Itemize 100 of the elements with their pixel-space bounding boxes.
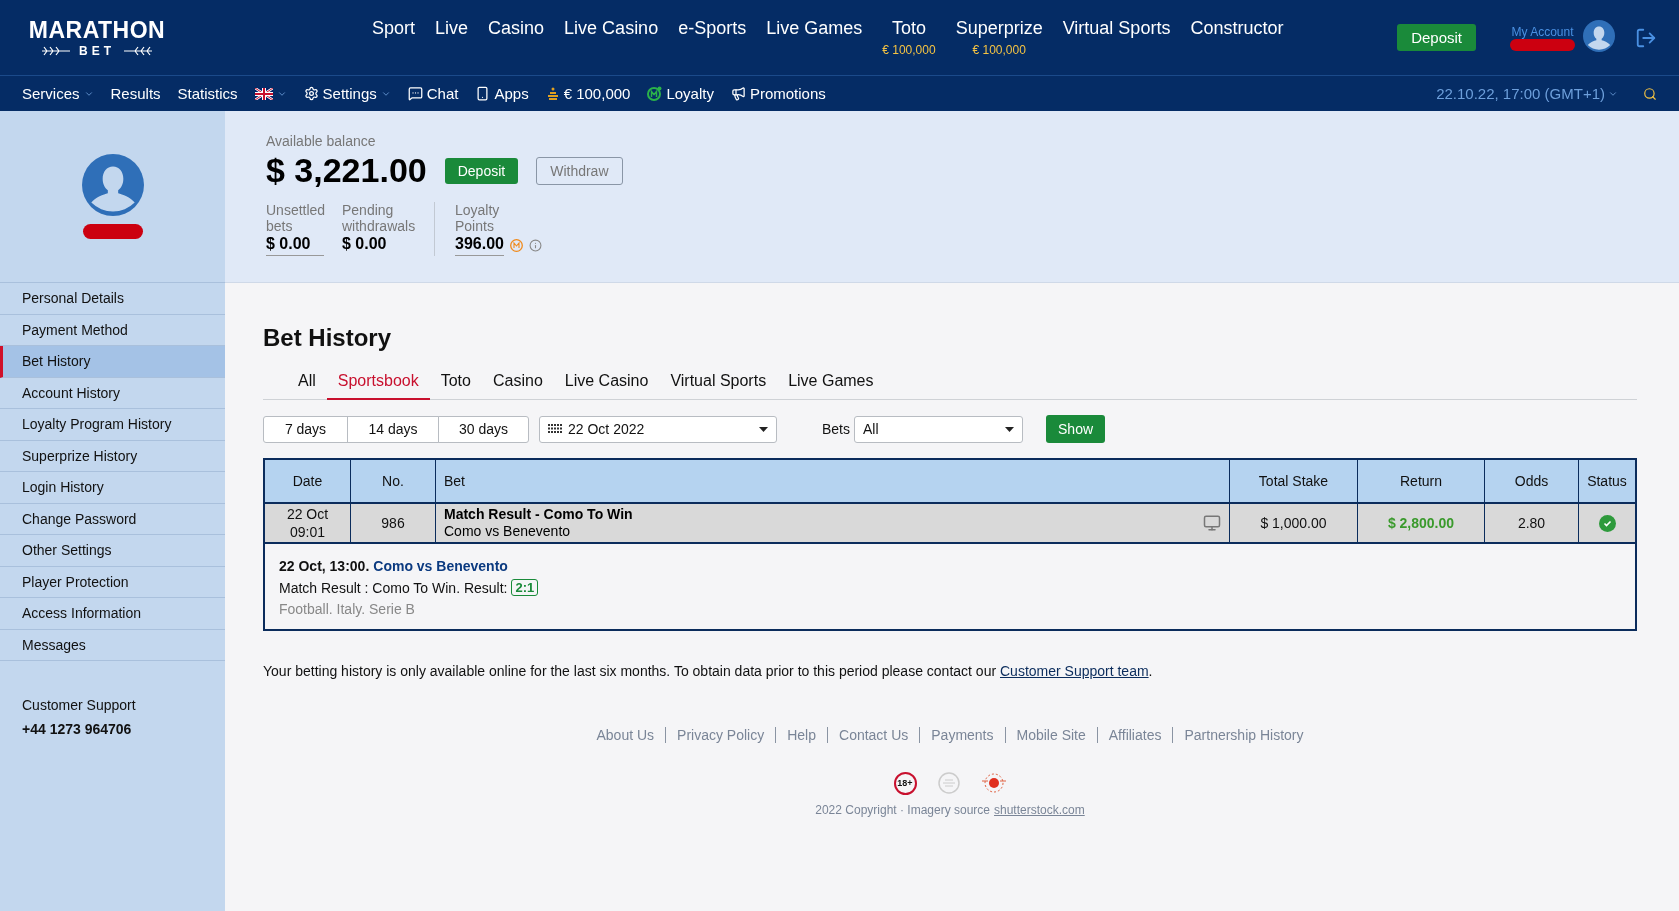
phone-icon	[475, 86, 491, 101]
flag-icon	[254, 87, 273, 100]
table-cell: 2.80	[1484, 502, 1578, 542]
nav-link[interactable]: Results	[110, 85, 161, 102]
nav-link[interactable]: Loyalty	[647, 85, 714, 102]
bet-event: Como vs Benevento	[444, 523, 572, 540]
period-button[interactable]: 30 days	[438, 415, 529, 443]
period-button[interactable]: 14 days	[347, 415, 439, 443]
footer-link[interactable]: Mobile Site	[1004, 727, 1097, 743]
footer-link[interactable]: Payments	[919, 727, 1005, 743]
bet-title: Match Result - Como To Win	[444, 506, 633, 523]
services-dropdown[interactable]: Services	[22, 85, 94, 102]
footer-link[interactable]: Affiliates	[1096, 727, 1173, 743]
bets-label: Bets	[822, 421, 850, 437]
tab[interactable]: Casino	[481, 366, 554, 400]
event-path: Football. Italy. Serie B	[279, 601, 416, 617]
page-title: Bet History	[263, 324, 393, 352]
coin-icon	[509, 238, 523, 252]
source-link[interactable]: shutterstock.com	[994, 803, 1085, 817]
sidebar-item[interactable]: Messages	[0, 629, 225, 661]
nav-link[interactable]: Constructor	[1190, 17, 1284, 39]
nav-link[interactable]: Apps	[475, 85, 529, 102]
sidebar-item[interactable]: Loyalty Program History	[0, 409, 225, 441]
megaphone-icon	[730, 86, 746, 101]
avatar-icon	[1583, 19, 1615, 52]
logo[interactable]: MARATHON BET	[22, 17, 172, 58]
score-badge: 2:1	[511, 579, 539, 596]
tab[interactable]: Sportsbook	[326, 366, 430, 400]
footer-link[interactable]: About Us	[585, 727, 666, 743]
table-cell: 22 Oct 09:01	[265, 502, 350, 542]
tab[interactable]: All	[287, 366, 327, 400]
sidebar-item[interactable]: Other Settings	[0, 535, 225, 567]
calendar-icon	[548, 424, 562, 434]
nav-link[interactable]: Chat	[407, 85, 459, 102]
column-header: Return	[1357, 460, 1484, 502]
nav-link[interactable]: Promotions	[730, 85, 826, 102]
column-header: Status	[1578, 460, 1635, 502]
redaction-mark	[1510, 38, 1575, 51]
period-button[interactable]: 7 days	[263, 415, 348, 443]
footer-link[interactable]: Privacy Policy	[665, 727, 776, 743]
table-cell: $ 1,000.00	[1229, 502, 1357, 542]
support-label: Customer Support	[22, 697, 137, 713]
redaction-mark	[82, 224, 143, 239]
nav-link[interactable]: Sport	[372, 17, 416, 39]
support-phone: +44 1273 964706	[22, 721, 133, 737]
tab[interactable]: Toto	[429, 366, 482, 400]
deposit-button[interactable]: Deposit	[1397, 24, 1476, 51]
datetime-dropdown[interactable]: 22.10.22, 17:00 (GMT+1)	[1436, 85, 1618, 102]
nav-link[interactable]: Toto € 100,000	[882, 17, 936, 57]
language-dropdown[interactable]	[254, 87, 287, 100]
event-time: 22 Oct, 13:00.	[279, 558, 370, 574]
balance-amount: $ 3,221.00	[266, 151, 427, 190]
support-link[interactable]: Customer Support team	[1000, 663, 1149, 679]
footer-link[interactable]: Partnership History	[1172, 727, 1315, 743]
sidebar-item[interactable]: Bet History	[0, 346, 225, 378]
date-picker[interactable]: 22 Oct 2022	[539, 415, 777, 443]
nav-link[interactable]: Live	[435, 17, 469, 39]
stat-value: 396.00	[455, 235, 504, 256]
info-icon[interactable]	[528, 238, 542, 252]
sidebar-item[interactable]: Login History	[0, 472, 225, 504]
withdraw-button[interactable]: Withdraw	[536, 156, 623, 185]
tab[interactable]: Live Casino	[553, 366, 660, 400]
seal-icon	[936, 771, 961, 795]
stat-value: $ 0.00	[266, 235, 324, 256]
laurel-icon	[123, 46, 153, 56]
footer-link[interactable]: Contact Us	[827, 727, 920, 743]
settings-link[interactable]: Settings	[303, 85, 391, 102]
show-button[interactable]: Show	[1046, 415, 1106, 443]
nav-link[interactable]: Superprize € 100,000	[955, 17, 1043, 57]
balance-label: Available balance	[266, 133, 377, 149]
sidebar-item[interactable]: Player Protection	[0, 566, 225, 598]
bets-select[interactable]: All	[854, 415, 1023, 443]
event-link[interactable]: Como vs Benevento	[373, 558, 508, 574]
nav-link[interactable]: e-Sports	[678, 17, 747, 39]
sidebar-item[interactable]: Account History	[0, 377, 225, 409]
search-icon[interactable]	[1643, 86, 1657, 101]
nav-link[interactable]: Live Casino	[564, 17, 659, 39]
table-cell: 986	[350, 502, 435, 542]
tab[interactable]: Live Games	[777, 366, 885, 400]
age-badge: 18+	[893, 771, 917, 795]
my-account-link[interactable]: My Account	[1511, 24, 1574, 39]
sidebar-item[interactable]: Personal Details	[0, 283, 225, 315]
column-header: Date	[291, 472, 324, 491]
nav-link[interactable]: Virtual Sports	[1062, 17, 1171, 39]
stat-label: Loyalty Points	[455, 202, 501, 234]
sidebar-item[interactable]: Access Information	[0, 598, 225, 630]
nav-link[interactable]: € 100,000	[545, 85, 631, 102]
tab[interactable]: Virtual Sports	[659, 366, 778, 400]
sidebar-item[interactable]: Change Password	[0, 503, 225, 535]
nav-link[interactable]: Live Games	[766, 17, 863, 39]
nav-link[interactable]: Statistics	[177, 85, 238, 102]
column-header: No.	[350, 460, 435, 502]
caret-icon	[1005, 426, 1014, 432]
sidebar-item[interactable]: Superprize History	[0, 440, 225, 472]
deposit-button[interactable]: Deposit	[444, 157, 519, 184]
coins-icon	[545, 86, 560, 101]
logout-icon[interactable]	[1635, 26, 1657, 49]
stat-value: $ 0.00	[342, 235, 388, 254]
monitor-icon	[1203, 514, 1221, 532]
nav-link[interactable]: Casino	[488, 17, 545, 39]
